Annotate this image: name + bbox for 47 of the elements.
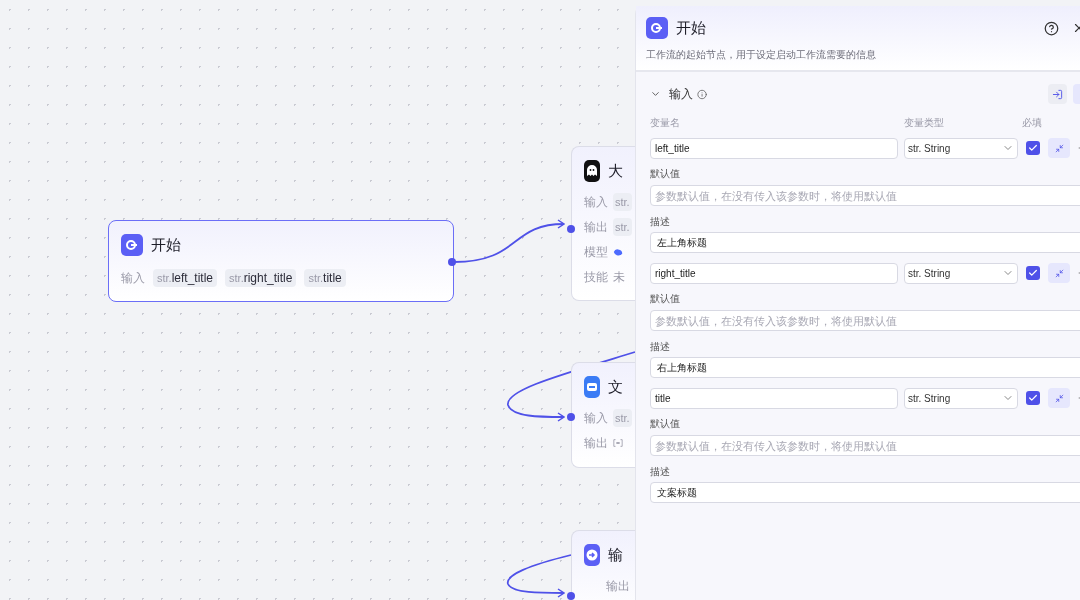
node-title: 文 (608, 376, 623, 397)
column-header: 变量名 (650, 115, 681, 130)
variable-tag: str.right_title (225, 269, 297, 287)
row-label: 输入 (584, 410, 608, 427)
node-title: 大 (608, 160, 623, 181)
node-title: 开始 (151, 234, 181, 255)
variable-type-select[interactable]: str. String (904, 137, 1018, 159)
column-header: 变量类型 (904, 115, 945, 130)
field-label: 默认值 (650, 292, 681, 305)
row-label: 技能 (584, 269, 608, 286)
field-label: 描述 (650, 215, 671, 228)
workflow-node[interactable]: 开始 输入 str.left_title str.right_title str.title (108, 220, 454, 302)
variable-tag: str. (613, 193, 632, 211)
variable-name-field[interactable]: right_title (650, 262, 898, 284)
workflow-node[interactable]: 文 输入 str. 输出 (571, 362, 635, 468)
variable-tag: str. (613, 409, 632, 427)
field-label: 描述 (650, 465, 671, 478)
variable-tag: str. (613, 218, 632, 236)
panel-title: 开始 (676, 17, 706, 38)
variable-name-field[interactable]: left_title (650, 137, 898, 159)
workflow-node[interactable]: 大 输入 str. 输出 str. 模型 技能 未 (571, 146, 635, 301)
row-label: 输出 (584, 219, 608, 236)
description-field[interactable]: 右上角标题 (650, 357, 1080, 378)
default-value-field[interactable]: 参数默认值，在没有传入该参数时，将使用默认值 (650, 435, 1080, 456)
variable-tag: str.left_title (153, 269, 218, 287)
section-title: 输入 (669, 86, 694, 103)
node-title: 输 (608, 544, 623, 565)
variable-type-select[interactable]: str. String (904, 262, 1018, 284)
row-label: 输入 (584, 194, 608, 211)
default-value-field[interactable]: 参数默认值，在没有传入该参数时，将使用默认值 (650, 185, 1080, 206)
variable-tag: str.title (304, 269, 346, 287)
row-value: 未 (613, 269, 625, 286)
default-value-field[interactable]: 参数默认值，在没有传入该参数时，将使用默认值 (650, 310, 1080, 331)
row-label: 模型 (584, 244, 608, 261)
field-label: 描述 (650, 340, 671, 353)
row-label: 输入 (121, 270, 145, 287)
workflow-node[interactable]: 输 输出 (571, 530, 635, 600)
description-field[interactable]: 左上角标题 (650, 232, 1080, 253)
row-label: 输出 (584, 435, 608, 452)
variable-type-select[interactable]: str. String (904, 387, 1018, 409)
field-label: 默认值 (650, 417, 681, 430)
description-field[interactable]: 文案标题 (650, 482, 1080, 503)
row-label: 输出 (606, 578, 630, 595)
variable-name-field[interactable]: title (650, 387, 898, 409)
field-label: 默认值 (650, 167, 681, 180)
column-header: 必填 (1022, 115, 1042, 130)
panel-description: 工作流的起始节点，用于设定启动工作流需要的信息 (646, 48, 877, 62)
